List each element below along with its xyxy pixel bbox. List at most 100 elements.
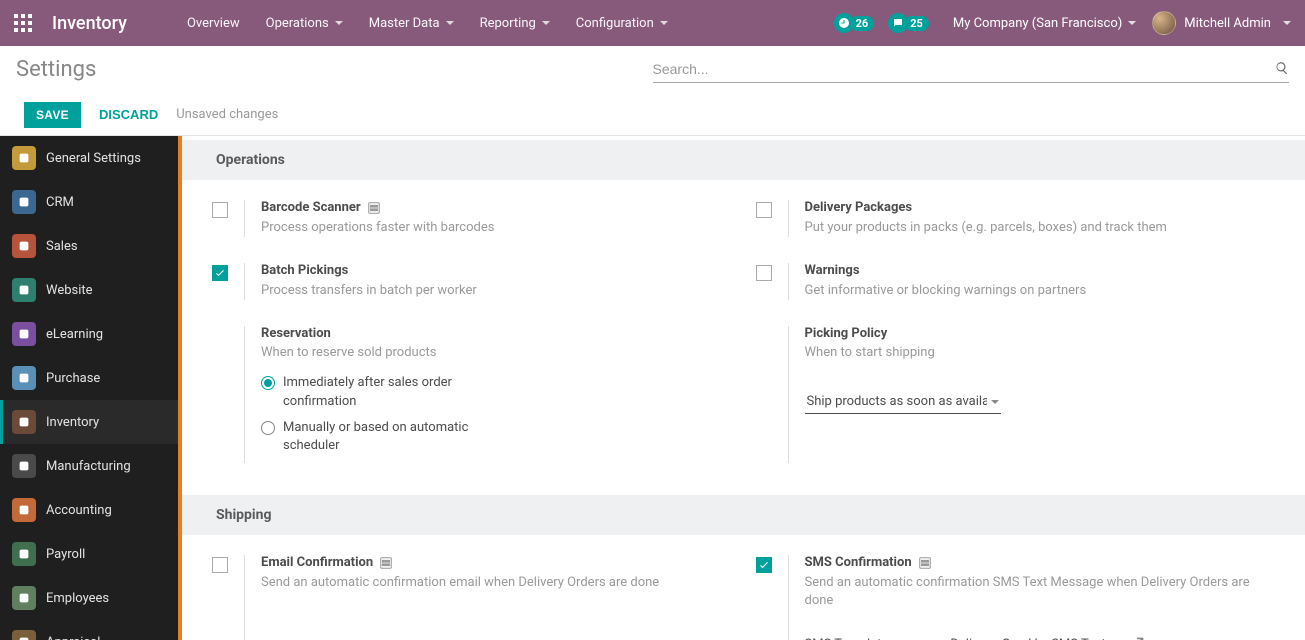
sidebar-item-sales[interactable]: Sales <box>0 224 178 268</box>
settings-content: Operations Barcode Scanner Process opera… <box>178 136 1305 640</box>
sidebar-item-label: Accounting <box>46 503 112 518</box>
checkbox-warnings[interactable] <box>756 265 772 281</box>
search-button[interactable] <box>1263 61 1289 78</box>
sidebar-item-website[interactable]: Website <box>0 268 178 312</box>
crown-icon <box>12 542 36 566</box>
sidebar-item-label: Website <box>46 283 93 298</box>
check-icon <box>758 559 770 571</box>
sms-template-value: Delivery: Send by SMS Text <box>950 637 1105 640</box>
sidebar-item-purchase[interactable]: Purchase <box>0 356 178 400</box>
control-panel: Settings <box>0 46 1305 94</box>
enterprise-icon <box>367 201 381 215</box>
checkbox-batch-pickings[interactable] <box>212 265 228 281</box>
picking-desc: When to start shipping <box>805 345 1276 360</box>
sidebar-item-employees[interactable]: Employees <box>0 576 178 620</box>
warnings-title: Warnings <box>805 263 860 278</box>
setting-barcode-scanner: Barcode Scanner Process operations faste… <box>212 194 732 249</box>
external-link-icon[interactable] <box>1132 636 1145 640</box>
users-icon <box>12 586 36 610</box>
sidebar-item-label: Payroll <box>46 547 85 562</box>
sidebar-item-general-settings[interactable]: General Settings <box>0 136 178 180</box>
sidebar-item-label: CRM <box>46 195 74 210</box>
user-name: Mitchell Admin <box>1184 16 1271 31</box>
setting-delivery-packages: Delivery Packages Put your products in p… <box>756 194 1276 249</box>
nav-master-data[interactable]: Master Data <box>357 3 466 44</box>
user-menu[interactable]: Mitchell Admin <box>1146 11 1297 35</box>
cart-icon <box>12 366 36 390</box>
sms-template-select[interactable]: Delivery: Send by SMS Text <box>948 633 1121 640</box>
barcode-desc: Process operations faster with barcodes <box>261 219 732 237</box>
sms-conf-desc: Send an automatic confirmation SMS Text … <box>805 574 1276 610</box>
sidebar-item-label: Appraisal <box>46 635 100 640</box>
reservation-option-immediate[interactable]: Immediately after sales order confirmati… <box>261 374 491 410</box>
picking-title: Picking Policy <box>805 326 1276 341</box>
nav-overview[interactable]: Overview <box>175 3 252 44</box>
sidebar-item-manufacturing[interactable]: Manufacturing <box>0 444 178 488</box>
sidebar-item-label: Employees <box>46 591 109 606</box>
checkbox-email-confirmation[interactable] <box>212 557 228 573</box>
section-operations-title: Operations <box>182 140 1305 180</box>
chart-icon <box>12 234 36 258</box>
top-nav: OverviewOperationsMaster DataReportingCo… <box>175 3 680 44</box>
delivery-packages-title: Delivery Packages <box>805 200 913 215</box>
sidebar-item-label: Manufacturing <box>46 459 131 474</box>
chevron-down-icon <box>991 400 999 404</box>
avatar <box>1152 11 1176 35</box>
file-icon <box>12 498 36 522</box>
checkbox-sms-confirmation[interactable] <box>756 557 772 573</box>
settings-sidebar: General Settings CRM Sales Website eLearning… <box>0 136 178 640</box>
messages-badge[interactable]: 25 <box>888 13 929 33</box>
box-icon <box>12 410 36 434</box>
nav-reporting[interactable]: Reporting <box>468 3 562 44</box>
picking-policy-value: Ship products as soon as available <box>807 394 987 409</box>
sidebar-item-label: Sales <box>46 239 78 254</box>
checkbox-barcode[interactable] <box>212 202 228 218</box>
sidebar-item-payroll[interactable]: Payroll <box>0 532 178 576</box>
apps-icon[interactable] <box>0 0 46 46</box>
sidebar-item-label: General Settings <box>46 151 141 166</box>
nav-configuration[interactable]: Configuration <box>564 3 680 44</box>
brand-title[interactable]: Inventory <box>46 13 145 34</box>
section-shipping-title: Shipping <box>182 495 1305 535</box>
picking-policy-select[interactable]: Ship products as soon as available <box>805 390 1001 414</box>
activity-badge[interactable]: 26 <box>834 13 875 33</box>
setting-warnings: Warnings Get informative or blocking war… <box>756 257 1276 312</box>
setting-sms-confirmation: SMS Confirmation Send an automatic confi… <box>756 549 1276 640</box>
enterprise-icon <box>379 556 393 570</box>
setting-picking-policy: Picking Policy When to start shipping Sh… <box>756 320 1276 475</box>
save-button[interactable]: SAVE <box>24 102 81 128</box>
nav-operations[interactable]: Operations <box>254 3 355 44</box>
search-input[interactable] <box>653 61 1264 77</box>
message-count: 25 <box>904 16 929 31</box>
sidebar-item-label: Purchase <box>46 371 100 386</box>
discard-button[interactable]: DISCARD <box>99 107 158 122</box>
warnings-desc: Get informative or blocking warnings on … <box>805 282 1276 300</box>
book-icon <box>12 322 36 346</box>
globe-icon <box>12 278 36 302</box>
setting-reservation: Reservation When to reserve sold product… <box>212 320 732 475</box>
radio-icon <box>261 421 275 435</box>
sidebar-item-crm[interactable]: CRM <box>0 180 178 224</box>
batch-title: Batch Pickings <box>261 263 348 278</box>
radio-selected-icon <box>261 376 275 390</box>
sidebar-item-inventory[interactable]: Inventory <box>0 400 178 444</box>
checkbox-delivery-packages[interactable] <box>756 202 772 218</box>
company-switcher[interactable]: My Company (San Francisco) <box>943 16 1146 31</box>
sidebar-item-label: Inventory <box>46 415 99 430</box>
email-conf-title: Email Confirmation <box>261 555 373 570</box>
setting-batch-pickings: Batch Pickings Process transfers in batc… <box>212 257 732 312</box>
gear-icon <box>12 146 36 170</box>
reservation-title: Reservation <box>261 326 732 341</box>
handshake-icon <box>12 190 36 214</box>
systray: 26 25 <box>834 13 929 33</box>
sidebar-item-accounting[interactable]: Accounting <box>0 488 178 532</box>
barcode-title: Barcode Scanner <box>261 200 361 215</box>
sidebar-item-elearning[interactable]: eLearning <box>0 312 178 356</box>
check-icon <box>214 267 226 279</box>
wrench-icon <box>12 454 36 478</box>
sidebar-item-appraisal[interactable]: Appraisal <box>0 620 178 640</box>
delivery-packages-desc: Put your products in packs (e.g. parcels… <box>805 219 1276 237</box>
reservation-option-manual[interactable]: Manually or based on automatic scheduler <box>261 419 491 455</box>
sidebar-item-label: eLearning <box>46 327 103 342</box>
search-box[interactable] <box>653 57 1290 83</box>
